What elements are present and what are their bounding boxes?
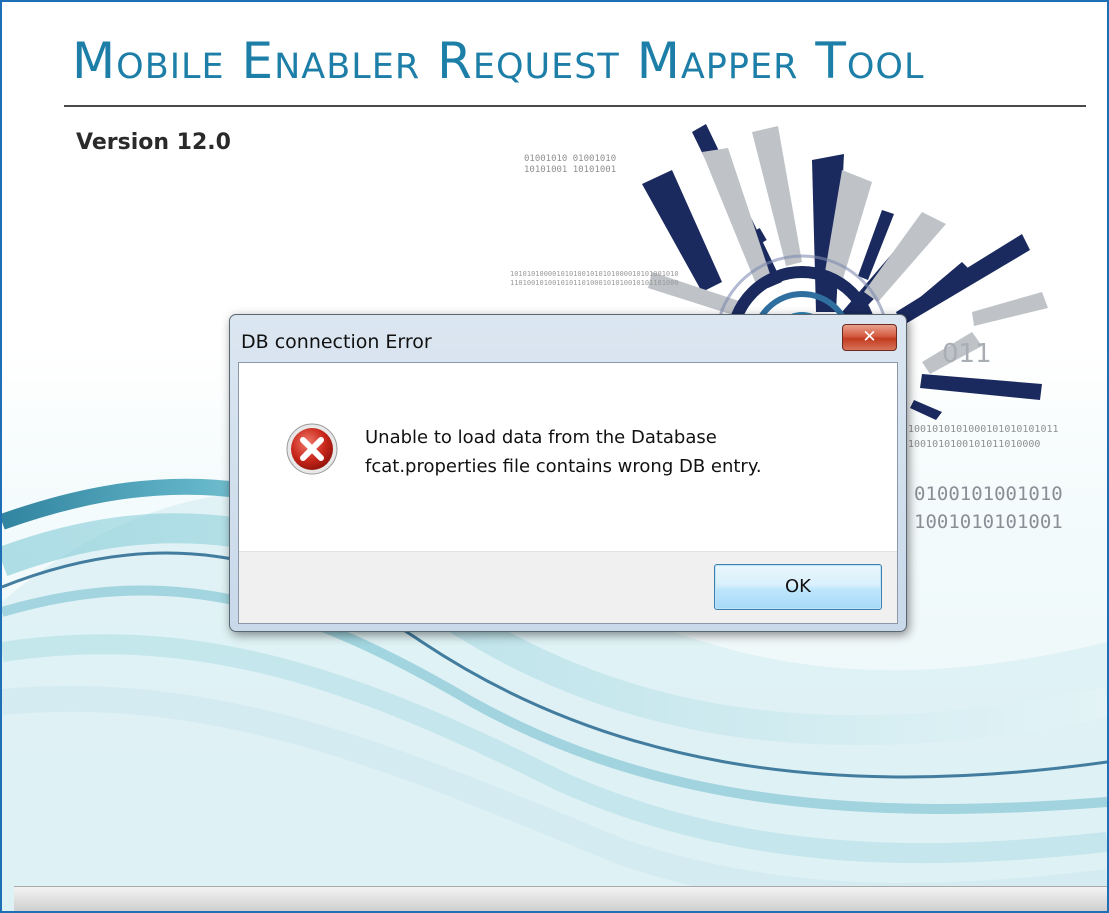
error-message-line-2: fcat.properties file contains wrong DB e… <box>365 456 762 477</box>
binary-text-mid: 1010101000010101001010101000010101001010… <box>510 270 679 287</box>
error-dialog: DB connection Error ✕ Unable to load dat… <box>229 314 907 632</box>
error-message-line-1: Unable to load data from the Database <box>365 427 717 448</box>
error-message: Unable to load data from the Database fc… <box>365 423 762 481</box>
close-icon: ✕ <box>862 327 877 347</box>
ok-button[interactable]: OK <box>714 564 882 610</box>
title-divider <box>64 105 1086 107</box>
error-icon <box>286 423 338 475</box>
binary-text-small: 01001010 01001010 10101001 10101001 <box>524 154 617 175</box>
binary-text-right: 1001010101000101010101011 10010101001010… <box>908 424 1059 450</box>
dialog-client-area: Unable to load data from the Database fc… <box>238 362 898 624</box>
dialog-title: DB connection Error <box>241 331 432 353</box>
message-area: Unable to load data from the Database fc… <box>239 363 897 551</box>
close-button[interactable]: ✕ <box>842 324 897 351</box>
svg-text:011: 011 <box>942 339 992 369</box>
version-label: Version 12.0 <box>76 130 231 155</box>
binary-text-large: 0100101001010 1001010101001 <box>914 483 1063 533</box>
dialog-button-area: OK <box>239 551 897 623</box>
status-bar <box>14 886 1107 911</box>
app-title: Mobile Enabler Request Mapper Tool <box>72 32 925 90</box>
